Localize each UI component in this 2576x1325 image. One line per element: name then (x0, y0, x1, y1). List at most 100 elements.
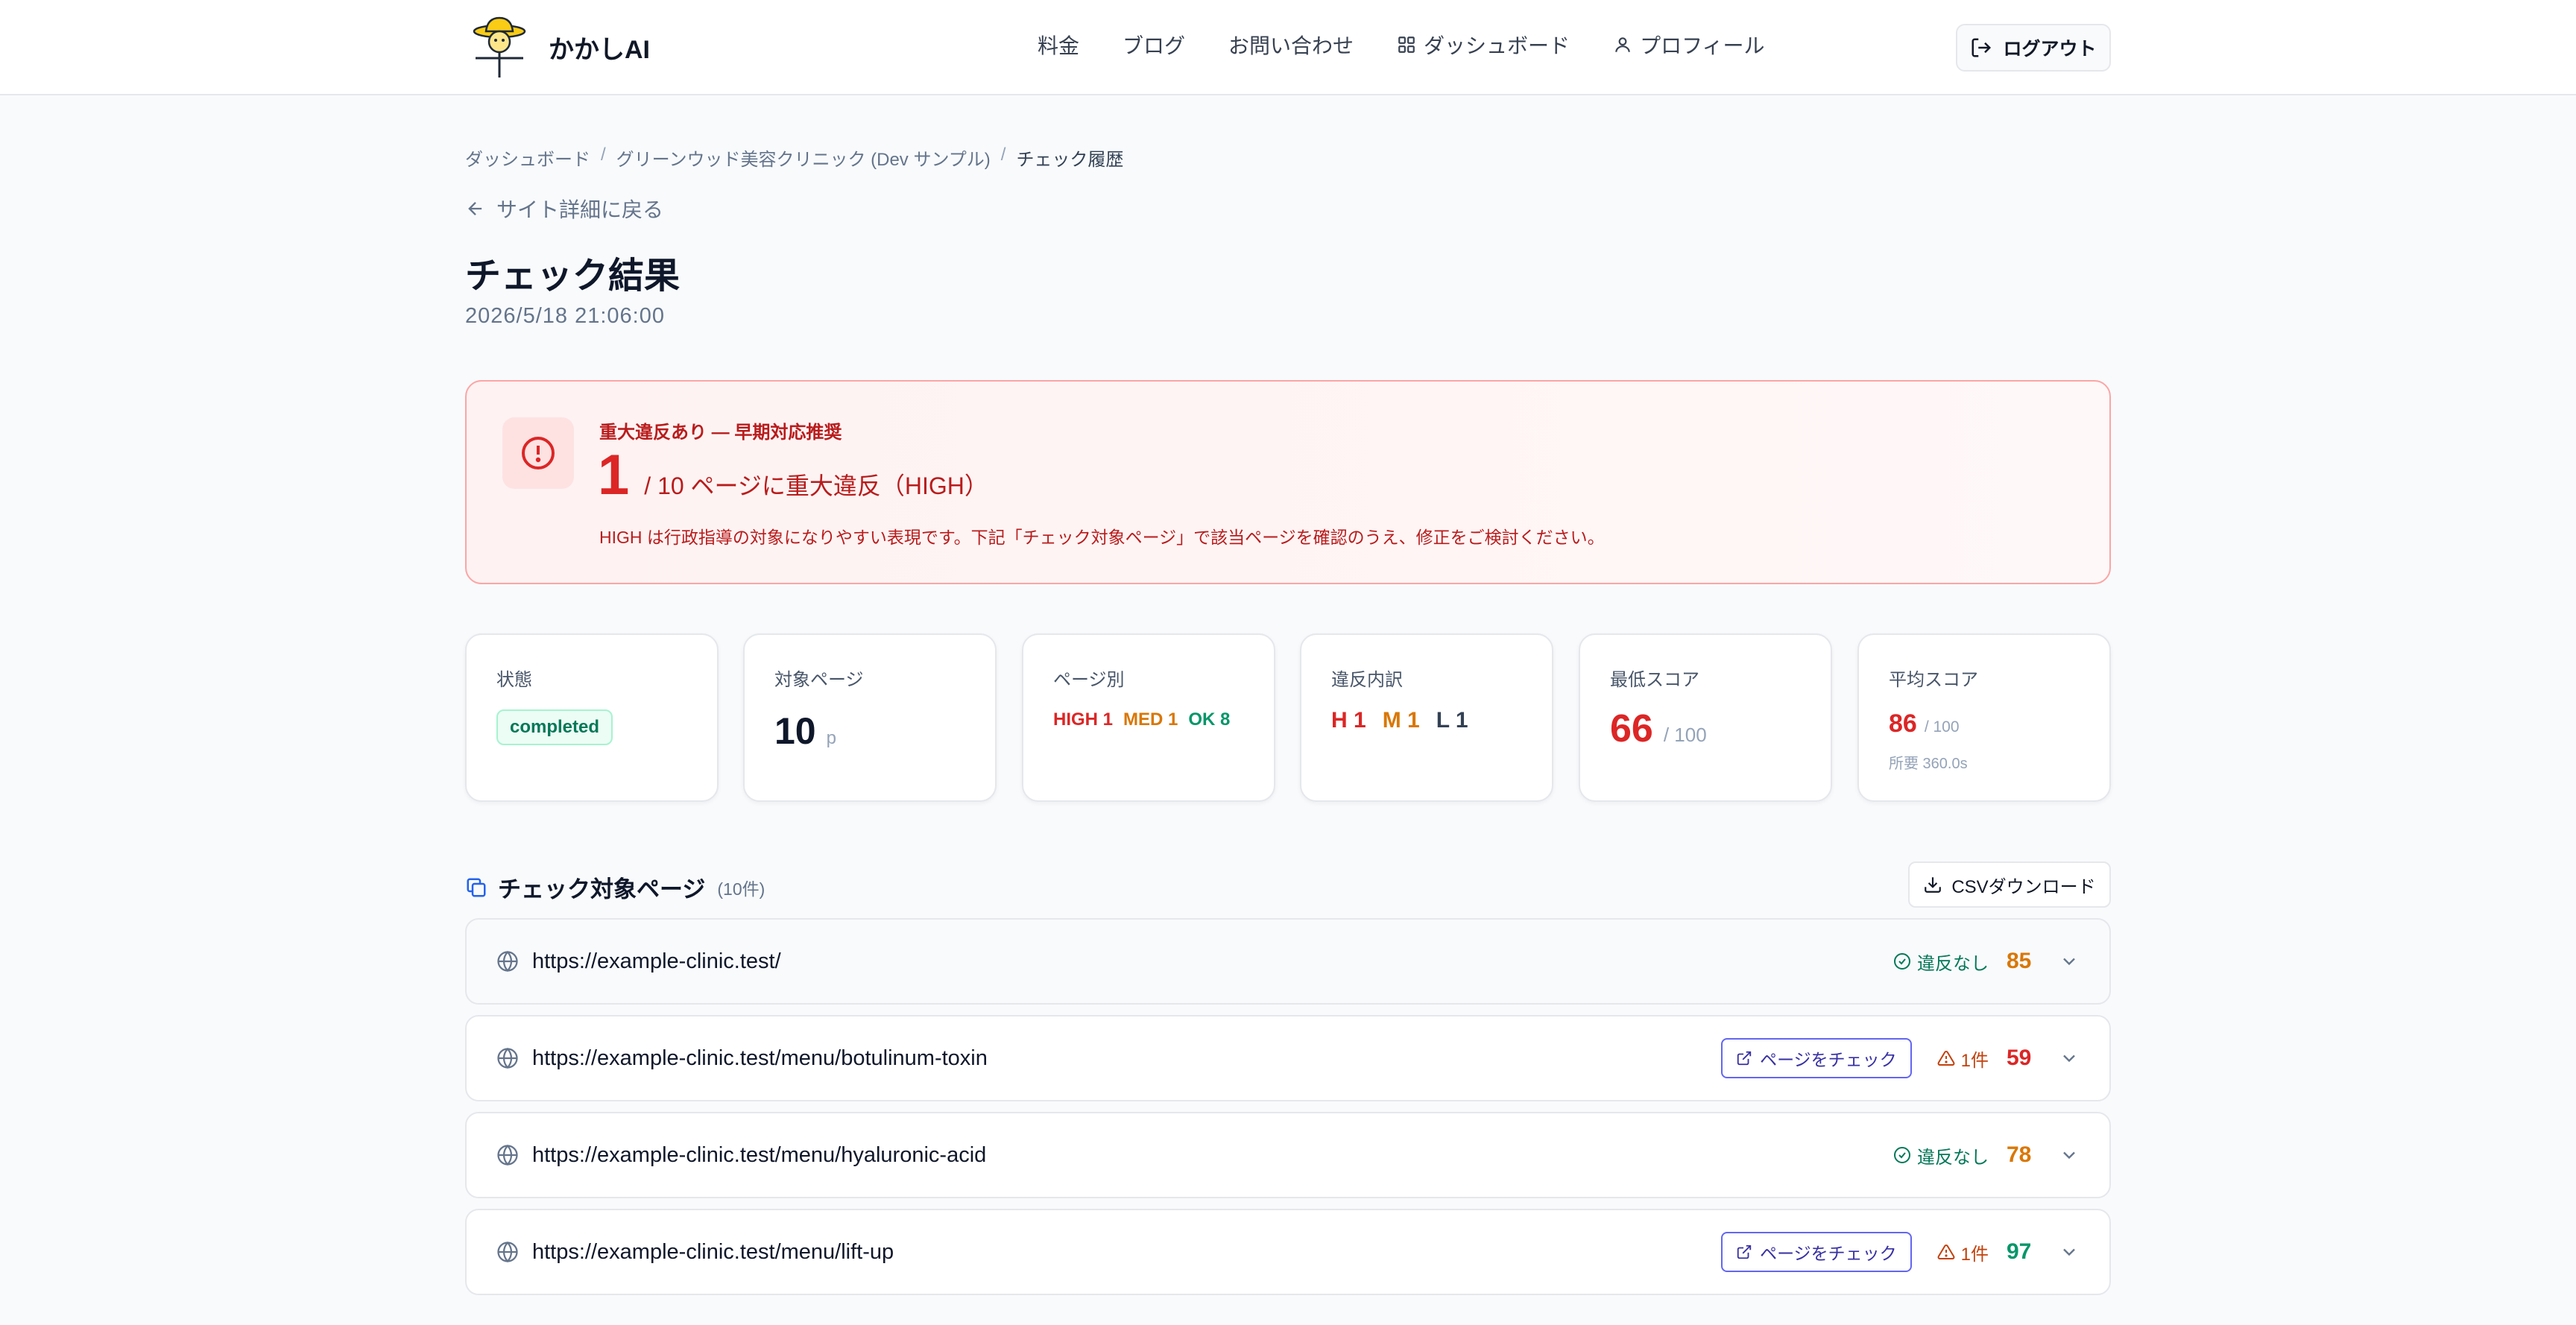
stat-label: 状態 (496, 670, 532, 690)
breadcrumb-separator: / (1000, 145, 1006, 165)
user-icon (1615, 37, 1630, 52)
stat-label: ページ別 (1053, 670, 1125, 690)
alert-note: HIGH は行政指導の対象になりやすい表現です。下記「チェック対象ページ」で該当… (599, 528, 1605, 547)
min-score: 66 / 100 (1610, 706, 1707, 751)
page-row[interactable]: https://example-clinic.test/ 違反なし 85 (465, 918, 2111, 1005)
chevron-down-icon[interactable] (2059, 1145, 2080, 1166)
stat-label: 対象ページ (774, 670, 864, 690)
page-score: 59 (2007, 1046, 2032, 1070)
breadcrumb-site[interactable]: グリーンウッド美容クリニック (Dev サンプル) (616, 145, 991, 171)
alert-heading: 重大違反あり — 早期対応推奨 (599, 423, 842, 443)
csv-download-button[interactable]: CSVダウンロード (1908, 861, 2111, 908)
section-count: (10件) (717, 879, 765, 899)
check-page-label: ページをチェック (1760, 1244, 1897, 1263)
grid-icon (1398, 37, 1415, 53)
alert-count-number: 1 (598, 443, 630, 507)
row-meta: ページをチェック 1件 97 (1721, 1210, 2080, 1294)
pages-count: 10 p (774, 709, 836, 753)
stat-label: 平均スコア (1889, 670, 1978, 690)
no-violation-status: 違反なし (1893, 949, 1989, 975)
violation-breakdown: H 1 M 1 L 1 (1331, 708, 1485, 733)
nav-profile-label: プロフィール (1640, 34, 1765, 57)
check-page-button[interactable]: ページをチェック (1721, 1232, 1912, 1272)
nav-dashboard-label: ダッシュボード (1424, 34, 1570, 57)
page-score: 78 (2007, 1142, 2032, 1167)
section-title: チェック対象ページ (498, 876, 706, 902)
globe-icon (497, 950, 518, 973)
stat-label: 違反内訳 (1331, 670, 1403, 690)
page-row[interactable]: https://example-clinic.test/menu/lift-up… (465, 1209, 2111, 1295)
breadcrumb-separator: / (601, 145, 606, 165)
by-page-counts: HIGH 1 MED 1 OK 8 (1053, 709, 1240, 730)
warning-triangle-icon (1937, 1244, 1955, 1259)
stat-card-breakdown: 違反内訳 H 1 M 1 L 1 (1300, 633, 1553, 802)
breakdown-medium: M 1 (1382, 708, 1420, 733)
by-page-ok: OK 8 (1188, 709, 1231, 730)
avg-score-max: / 100 (1924, 718, 1960, 736)
stat-card-status: 状態 completed (465, 633, 719, 802)
alert-count: 1 / 10 ページに重大違反（HIGH） (598, 443, 988, 507)
chevron-down-icon[interactable] (2059, 951, 2080, 972)
breadcrumb: ダッシュボード / グリーンウッド美容クリニック (Dev サンプル) / チェ… (465, 145, 1123, 171)
page-url: https://example-clinic.test/menu/lift-up (532, 1240, 894, 1264)
page-score: 85 (2007, 949, 2032, 973)
stat-card-min-score: 最低スコア 66 / 100 (1579, 633, 1832, 802)
check-page-button[interactable]: ページをチェック (1721, 1038, 1912, 1078)
violation-count-status: 1件 (1937, 1239, 1989, 1265)
page-url: https://example-clinic.test/menu/botulin… (532, 1046, 988, 1070)
logo[interactable]: かかしAI (470, 15, 650, 79)
check-circle-icon (1894, 1147, 1910, 1163)
avg-duration: 所要 360.0s (1889, 756, 1968, 772)
stat-label: 最低スコア (1610, 670, 1699, 690)
pages-count-value: 10 (774, 710, 816, 752)
external-link-icon (1737, 1245, 1752, 1259)
app-name: かかしAI (549, 35, 650, 64)
nav-contact[interactable]: お問い合わせ (1228, 30, 1354, 60)
min-score-value: 66 (1610, 707, 1653, 750)
avg-score: 86 / 100 (1889, 709, 1960, 739)
nav-pricing[interactable]: 料金 (1038, 30, 1079, 60)
status-text: 違反なし (1917, 1147, 1989, 1168)
stat-card-avg-score: 平均スコア 86 / 100 所要 360.0s (1857, 633, 2111, 802)
avg-score-value: 86 (1889, 709, 1917, 738)
pages-count-unit: p (826, 728, 836, 748)
status-badge: completed (496, 709, 613, 745)
logout-button[interactable]: ログアウト (1956, 24, 2111, 72)
main-nav: 料金 ブログ お問い合わせ ダッシュボード プロフィール (1038, 30, 1808, 60)
check-datetime: 2026/5/18 21:06:00 (465, 304, 665, 328)
page-title: チェック結果 (465, 256, 681, 296)
alert-icon-box (502, 417, 574, 489)
back-to-site-link[interactable]: サイト詳細に戻る (465, 194, 663, 224)
min-score-max: / 100 (1663, 724, 1707, 746)
row-meta: 違反なし 78 (1893, 1113, 2080, 1197)
row-meta: ページをチェック 1件 59 (1721, 1016, 2080, 1100)
stat-card-pages: 対象ページ 10 p (743, 633, 997, 802)
chevron-down-icon[interactable] (2059, 1048, 2080, 1069)
nav-profile[interactable]: プロフィール (1613, 30, 1765, 60)
top-header: かかしAI 料金 ブログ お問い合わせ ダッシュボード プロフィール ログアウト (0, 0, 2576, 95)
scarecrow-logo-icon (473, 16, 526, 78)
breakdown-high: H 1 (1331, 708, 1366, 733)
page-row[interactable]: https://example-clinic.test/menu/botulin… (465, 1015, 2111, 1101)
high-violation-alert: 重大違反あり — 早期対応推奨 1 / 10 ページに重大違反（HIGH） HI… (465, 380, 2111, 584)
warning-triangle-icon (1937, 1050, 1955, 1066)
alert-circle-icon (522, 437, 555, 469)
by-page-med: MED 1 (1123, 709, 1178, 730)
breadcrumb-current: チェック履歴 (1016, 150, 1124, 170)
breadcrumb-dashboard[interactable]: ダッシュボード (465, 145, 590, 171)
page-url: https://example-clinic.test/ (532, 949, 781, 973)
by-page-high: HIGH 1 (1053, 709, 1114, 730)
arrow-left-icon (468, 202, 482, 215)
page-score: 97 (2007, 1239, 2032, 1264)
nav-blog[interactable]: ブログ (1123, 30, 1185, 60)
status-text: 違反なし (1917, 953, 1989, 974)
nav-dashboard[interactable]: ダッシュボード (1397, 30, 1570, 60)
globe-icon (497, 1144, 518, 1166)
logout-icon (1972, 38, 1992, 57)
back-link-label: サイト詳細に戻る (496, 198, 664, 221)
alert-count-suffix: / 10 ページに重大違反（HIGH） (644, 472, 988, 499)
row-meta: 違反なし 85 (1893, 920, 2080, 1003)
chevron-down-icon[interactable] (2059, 1242, 2080, 1262)
check-circle-icon (1894, 953, 1910, 970)
page-row[interactable]: https://example-clinic.test/menu/hyaluro… (465, 1112, 2111, 1198)
